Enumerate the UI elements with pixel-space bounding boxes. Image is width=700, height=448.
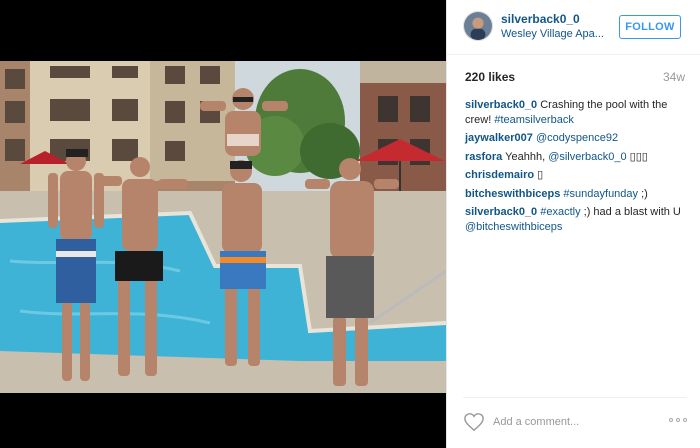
username-link[interactable]: silverback0_0 [501, 12, 611, 26]
comments-list: silverback0_0 Crashing the pool with the… [465, 98, 691, 238]
heart-icon[interactable] [463, 412, 485, 432]
post-photo[interactable] [0, 61, 446, 393]
comment-text: ;) [638, 187, 648, 200]
comment-username[interactable]: jaywalker007 [465, 132, 533, 144]
user-info: silverback0_0 Wesley Village Apa... [501, 12, 611, 40]
comment-item: silverback0_0 #exactly ;) had a blast wi… [465, 205, 691, 234]
post-header: silverback0_0 Wesley Village Apa... FOLL… [447, 0, 700, 55]
post-media [0, 0, 446, 448]
post-stats: 220 likes 34w [465, 70, 685, 86]
comment-tag-link[interactable]: @codyspence92 [536, 132, 618, 144]
comment-username[interactable]: silverback0_0 [465, 206, 537, 218]
comment-item: jaywalker007 @codyspence92 [465, 131, 691, 146]
pool-photo-image [0, 61, 446, 393]
comment-tag-link[interactable]: #exactly [540, 206, 580, 218]
comment-item: silverback0_0 Crashing the pool with the… [465, 98, 691, 127]
comment-username[interactable]: rasfora [465, 151, 502, 163]
comment-tag-link[interactable]: @silverback0_0 [548, 151, 626, 163]
location-link[interactable]: Wesley Village Apa... [501, 28, 611, 40]
comment-text: ;) had a blast with U [580, 206, 681, 218]
add-comment-input[interactable] [493, 413, 653, 431]
comment-item: rasfora Yeahhh, @silverback0_0 ▯▯▯ [465, 150, 691, 165]
comment-tag-link[interactable]: #sundayfunday [563, 188, 638, 200]
post-sidebar: silverback0_0 Wesley Village Apa... FOLL… [446, 0, 700, 448]
comment-item: chrisdemairo ▯ [465, 168, 691, 183]
comment-text: ▯▯▯ [626, 150, 648, 163]
comment-footer [463, 397, 687, 439]
post-age[interactable]: 34w [663, 70, 685, 84]
comment-username[interactable]: chrisdemairo [465, 169, 534, 181]
more-options-icon[interactable] [669, 418, 687, 424]
likes-count[interactable]: 220 likes [465, 70, 515, 84]
comment-username[interactable]: silverback0_0 [465, 99, 537, 111]
follow-button[interactable]: FOLLOW [619, 15, 681, 39]
comment-text: Yeahhh, [502, 150, 549, 163]
comment-tag-link[interactable]: #teamsilverback [494, 114, 573, 126]
comment-text: ▯ [534, 169, 544, 181]
comment-tag-link[interactable]: @bitcheswithbiceps [465, 221, 562, 233]
comment-username[interactable]: bitcheswithbiceps [465, 188, 560, 200]
comment-item: bitcheswithbiceps #sundayfunday ;) [465, 187, 691, 202]
avatar-image [464, 12, 492, 40]
avatar[interactable] [463, 11, 493, 41]
